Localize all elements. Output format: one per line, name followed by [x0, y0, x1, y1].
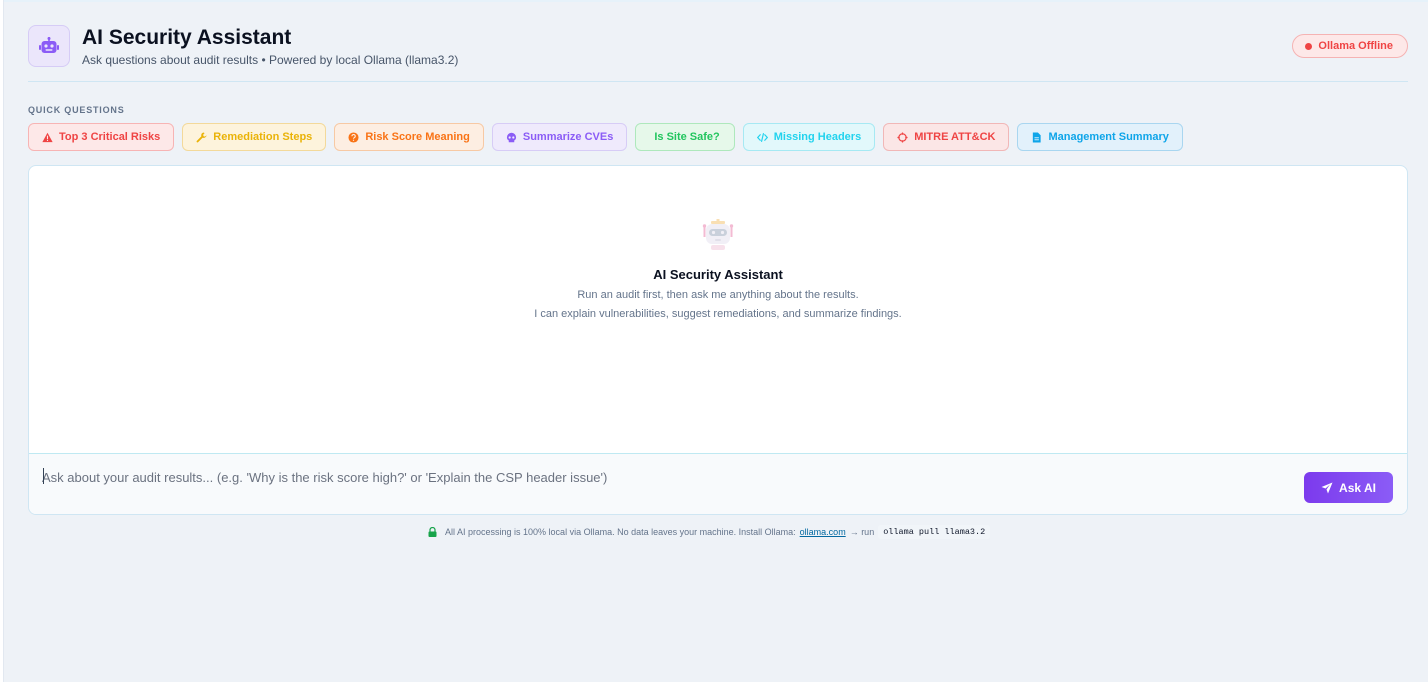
ask-ai-label: Ask AI — [1339, 480, 1376, 495]
crosshair-icon — [897, 131, 908, 143]
robot-illustration-icon — [701, 218, 735, 257]
quick-question-risk-score-button[interactable]: Risk Score Meaning — [334, 123, 484, 151]
page-subtitle: Ask questions about audit results • Powe… — [82, 53, 459, 67]
quick-question-label: Remediation Steps — [213, 131, 313, 143]
lock-icon — [428, 527, 437, 537]
quick-questions-row: Top 3 Critical Risks Remediation Steps R… — [28, 123, 1183, 151]
quick-question-label: MITRE ATT&CK — [914, 131, 996, 143]
quick-question-site-safe-button[interactable]: Is Site Safe? — [635, 123, 735, 151]
quick-question-top-risks-button[interactable]: Top 3 Critical Risks — [28, 123, 175, 151]
chat-empty-state: AI Security Assistant Run an audit first… — [29, 218, 1407, 320]
chat-panel: AI Security Assistant Run an audit first… — [28, 165, 1408, 515]
quick-question-management-summary-button[interactable]: Management Summary — [1017, 123, 1183, 151]
document-icon — [1033, 131, 1042, 143]
status-dot-icon — [1305, 42, 1313, 50]
code-icon — [756, 132, 768, 142]
quick-question-label: Top 3 Critical Risks — [59, 131, 161, 143]
quick-questions-label: QUICK QUESTIONS — [28, 105, 125, 115]
quick-question-label: Is Site Safe? — [654, 131, 720, 143]
footer-text: All AI processing is 100% local via Olla… — [445, 527, 796, 537]
empty-state-line-1: Run an audit first, then ask me anything… — [577, 289, 859, 301]
quick-question-remediation-button[interactable]: Remediation Steps — [182, 123, 327, 151]
header: AI Security Assistant Ask questions abou… — [28, 0, 1408, 82]
ask-ai-button[interactable]: Ask AI — [1304, 472, 1393, 503]
send-icon — [1321, 482, 1333, 493]
ollama-status-badge: Ollama Offline — [1292, 34, 1408, 58]
warning-triangle-icon — [42, 132, 53, 142]
status-label: Ollama Offline — [1318, 40, 1393, 52]
robot-icon — [28, 25, 70, 67]
quick-question-missing-headers-button[interactable]: Missing Headers — [742, 123, 876, 151]
question-circle-icon — [348, 131, 359, 143]
quick-question-label: Summarize CVEs — [522, 131, 614, 143]
privacy-footer: All AI processing is 100% local via Olla… — [428, 525, 991, 539]
ai-assistant-page: AI Security Assistant Ask questions abou… — [28, 0, 1408, 539]
empty-state-line-2: I can explain vulnerabilities, suggest r… — [534, 308, 902, 320]
wrench-icon — [196, 131, 207, 142]
quick-question-mitre-attack-button[interactable]: MITRE ATT&CK — [883, 123, 1010, 151]
quick-question-label: Risk Score Meaning — [365, 131, 470, 143]
empty-state-title: AI Security Assistant — [653, 267, 783, 282]
quick-question-summarize-cves-button[interactable]: Summarize CVEs — [491, 123, 628, 151]
quick-question-label: Management Summary — [1048, 131, 1169, 143]
skull-icon — [506, 132, 516, 142]
quick-question-label: Missing Headers — [773, 131, 862, 143]
page-title: AI Security Assistant — [82, 26, 292, 49]
text-caret — [43, 468, 44, 484]
window-frame-left — [0, 0, 4, 682]
ollama-link[interactable]: ollama.com — [800, 527, 846, 537]
chat-input[interactable] — [42, 467, 1282, 487]
footer-run-text: → run — [849, 527, 875, 537]
chat-input-area: Ask AI — [29, 453, 1407, 514]
install-command: ollama pull llama3.2 — [878, 525, 991, 539]
